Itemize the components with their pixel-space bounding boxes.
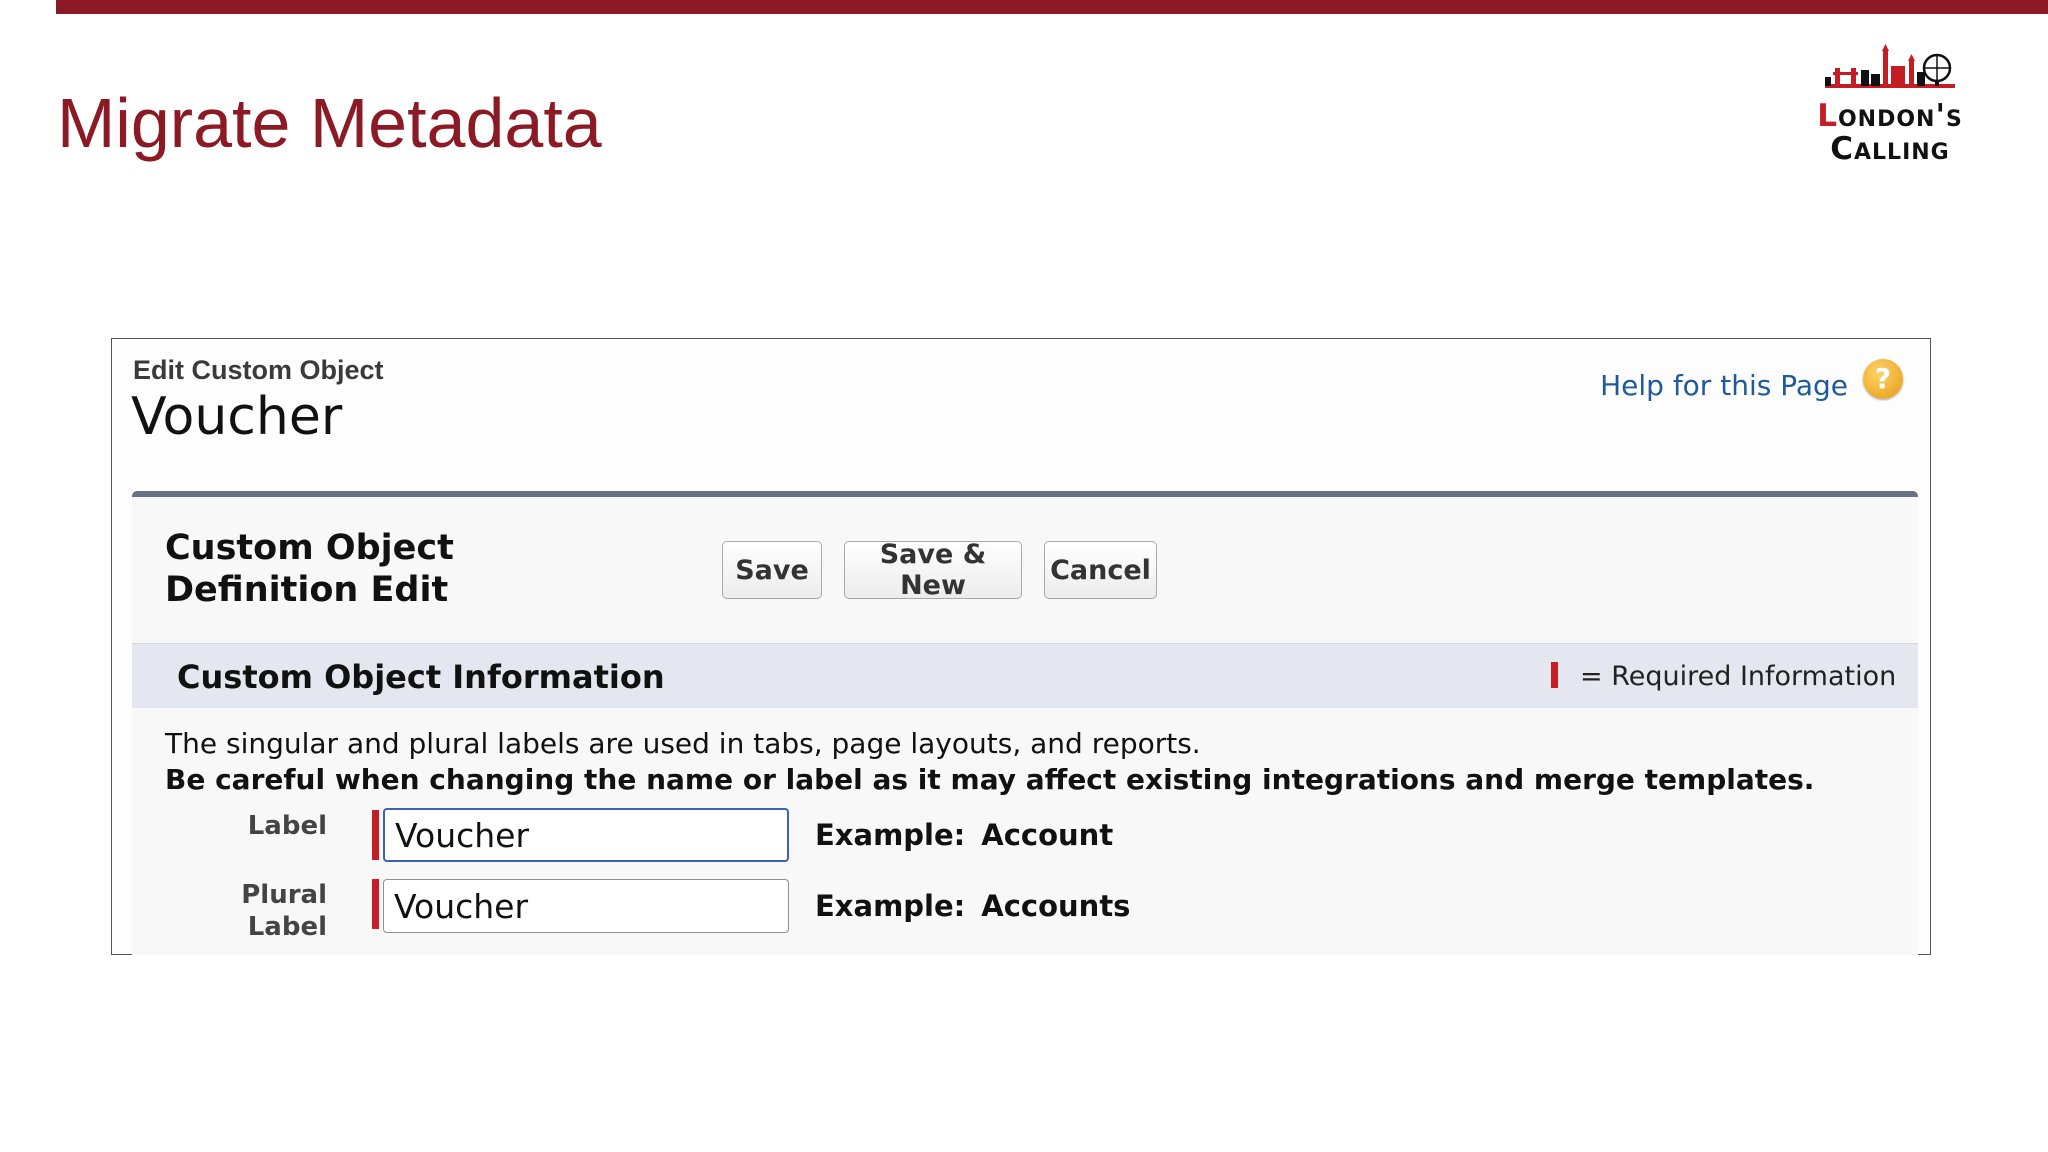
description-text: The singular and plural labels are used … — [165, 727, 1201, 760]
help-link[interactable]: Help for this Page — [1600, 369, 1848, 402]
label-field-label: Label — [247, 811, 327, 841]
save-and-new-button[interactable]: Save & New — [844, 539, 1022, 601]
salesforce-screenshot-panel: Edit Custom Object Voucher Help for this… — [111, 338, 1931, 955]
top-accent-bar — [56, 0, 2048, 14]
section-title: Custom Object Definition Edit — [165, 528, 454, 610]
edit-section: Custom Object Definition Edit Save Save … — [132, 491, 1918, 955]
plural-label-input[interactable] — [383, 879, 789, 933]
info-section-title: Custom Object Information — [177, 658, 665, 696]
label-example: Example: Account — [815, 818, 1114, 852]
page-eyebrow: Edit Custom Object — [133, 355, 384, 385]
info-section-header: Custom Object Information = Required Inf… — [132, 643, 1918, 708]
skyline-icon — [1825, 44, 1955, 88]
object-name-heading: Voucher — [131, 387, 343, 447]
slide-title: Migrate Metadata — [57, 84, 602, 162]
logo-text-line2: Calling — [1830, 131, 1950, 167]
plural-label-example: Example: Accounts — [815, 889, 1131, 923]
cancel-button[interactable]: Cancel — [1044, 541, 1157, 599]
required-indicator-icon — [1551, 662, 1558, 688]
plural-label-field-label: Plural Label — [241, 880, 327, 942]
help-icon[interactable]: ? — [1863, 359, 1903, 399]
save-button[interactable]: Save — [722, 541, 822, 599]
label-input[interactable] — [383, 808, 789, 862]
required-legend: = Required Information — [1580, 661, 1897, 692]
required-marker — [372, 879, 379, 929]
warning-text: Be careful when changing the name or lab… — [165, 763, 1815, 796]
required-marker — [372, 810, 379, 860]
logo-text-line1: London's — [1817, 98, 1963, 134]
londons-calling-logo: London's Calling — [1815, 44, 1965, 172]
